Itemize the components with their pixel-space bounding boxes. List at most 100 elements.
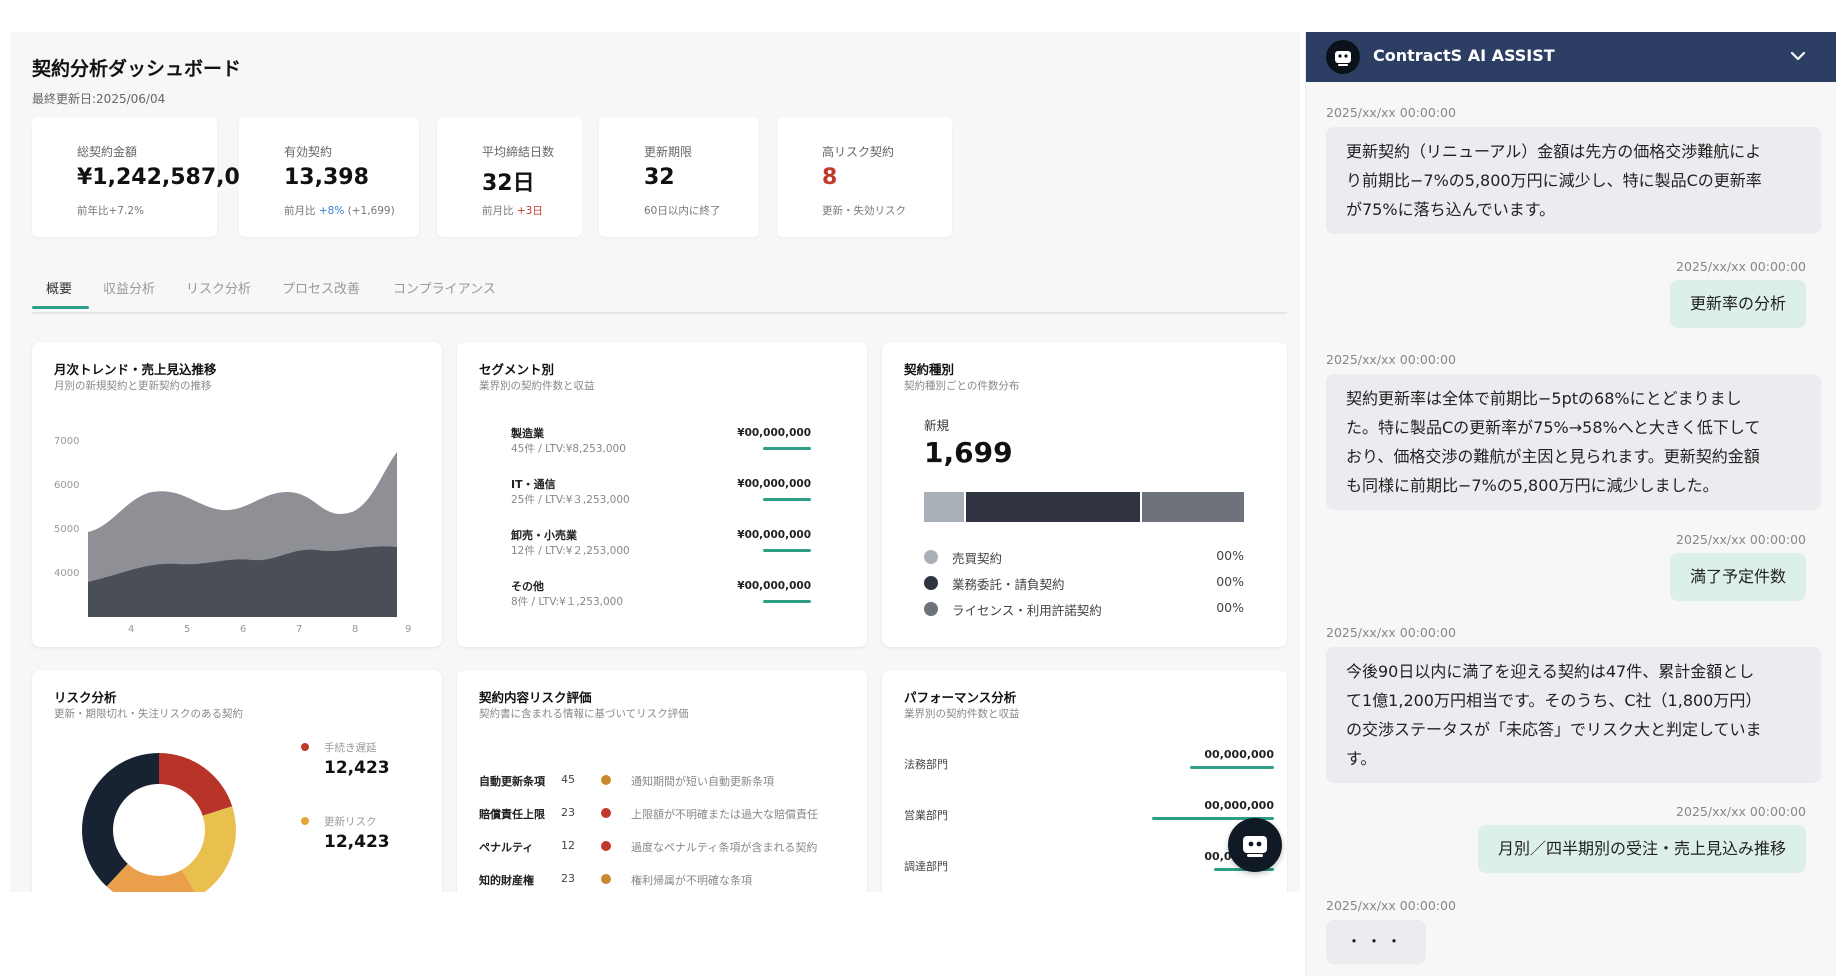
risk-row[interactable]: ペナルティ 12 過度なペナルティ条項が含まれる契約	[479, 839, 867, 857]
segment-name: IT・通信	[511, 478, 556, 491]
trend-area-chart: 7000 6000 5000 4000 4 5 6 7 8 9	[54, 436, 411, 635]
segment-row[interactable]: IT・通信 25件 / LTV:¥３,253,000 ¥00,000,000	[511, 476, 811, 512]
risk-row-name: ペナルティ	[479, 841, 534, 854]
message-line: て1億1,200万円相当です。そのうち、C社（1,800万円）	[1346, 691, 1762, 710]
message-line: り前期比−7%の5,800万円に減少し、特に製品Cの更新率	[1346, 171, 1762, 190]
kpi-sub-prefix: 前月比	[284, 205, 319, 217]
tab-process[interactable]: プロセス改善	[282, 278, 360, 297]
kpi-label: 高リスク契約	[822, 145, 895, 159]
card-content-risk: 契約内容リスク評価 契約書に含まれる情報に基づいてリスク評価 自動更新条項 45…	[457, 670, 867, 892]
chevron-down-icon[interactable]	[1786, 44, 1810, 68]
typing-indicator: ・・・	[1326, 920, 1427, 964]
performance-value: 00,000,000	[1204, 799, 1274, 812]
message-line: た。特に製品Cの更新率が75%→58%へと大きく低下して	[1346, 418, 1761, 437]
legend-pct: 00%	[1216, 548, 1244, 563]
risk-row-text: 過度なペナルティ条項が含まれる契約	[631, 841, 818, 854]
performance-name: 法務部門	[904, 758, 948, 771]
segment-bar	[763, 447, 811, 450]
performance-row[interactable]: 営業部門 00,000,000	[904, 799, 1274, 829]
segment-bar	[763, 498, 811, 501]
risk-row-dot	[601, 808, 611, 818]
card-title: パフォーマンス分析	[904, 690, 1017, 705]
risk-row-dot	[601, 775, 611, 785]
donut-segment	[182, 806, 236, 892]
message-timestamp: 2025/xx/xx 00:00:00	[1326, 898, 1456, 913]
ai-message: 契約更新率は全体で前期比−5ptの68%にとどまりまし た。特に製品Cの更新率が…	[1326, 374, 1821, 510]
ai-message: 今後90日以内に満了を迎える契約は47件、累計金額とし て1億1,200万円相当…	[1326, 647, 1821, 783]
legend-row: 売買契約 00%	[924, 547, 1244, 567]
risk-row[interactable]: 自動更新条項 45 通知期間が短い自動更新条項	[479, 773, 867, 791]
card-title: セグメント別	[479, 362, 555, 377]
card-title: 契約種別	[904, 362, 955, 377]
segment-amount: ¥00,000,000	[737, 529, 811, 541]
last-updated: 最終更新日:2025/06/04	[32, 92, 166, 106]
user-message: 月別／四半期別の受注・売上見込み推移	[1477, 825, 1806, 873]
risk-row-name: 自動更新条項	[479, 775, 545, 788]
risk-row-dot	[601, 841, 611, 851]
kpi-value: 32日	[482, 171, 535, 196]
kpi-value: 8	[822, 165, 838, 190]
page-title: 契約分析ダッシュボード	[32, 58, 242, 80]
kpi-card-renewal-due[interactable]: 更新期限 32 60日以内に終了	[599, 117, 759, 237]
segment-row[interactable]: 製造業 45件 / LTV:¥8,253,000 ¥00,000,000	[511, 425, 811, 461]
card-subtitle: 業界別の契約件数と収益	[479, 380, 595, 392]
segment-detail: 12件 / LTV:¥２,253,000	[511, 545, 630, 557]
tab-compliance[interactable]: コンプライアンス	[393, 278, 496, 297]
x-tick: 7	[296, 624, 302, 635]
segment-detail: 45件 / LTV:¥8,253,000	[511, 443, 626, 455]
risk-row-count: 23	[561, 872, 575, 885]
segment-detail: 25件 / LTV:¥３,253,000	[511, 494, 630, 506]
segment-row[interactable]: 卸売・小売業 12件 / LTV:¥２,253,000 ¥00,000,000	[511, 527, 811, 563]
segment-detail: 8件 / LTV:¥１,253,000	[511, 596, 624, 608]
card-contract-types: 契約種別 契約種別ごとの件数分布 新規 1,699 売買契約 00% 業務委託・…	[882, 342, 1287, 647]
performance-name: 調達部門	[904, 860, 948, 873]
message-line: の交渉ステータスが「未応答」でリスク大と判定していま	[1346, 720, 1762, 739]
kpi-card-high-risk[interactable]: 高リスク契約 8 更新・失効リスク	[777, 117, 952, 237]
segment-amount: ¥00,000,000	[737, 427, 811, 439]
tab-active-indicator	[32, 306, 89, 309]
kpi-card-active-contracts[interactable]: 有効契約 13,398 前月比 +8% (+1,699)	[239, 117, 419, 237]
legend-label: 売買契約	[952, 551, 1003, 566]
risk-row[interactable]: 賠償責任上限 23 上限額が不明確または過大な賠償責任	[479, 806, 867, 824]
donut-segment	[159, 753, 233, 816]
tab-overview[interactable]: 概要	[46, 278, 72, 297]
kpi-card-avg-days[interactable]: 平均締結日数 32日 前月比 +3日	[437, 117, 582, 237]
message-line: おり、価格交渉の難航が主因と見られます。更新契約金額	[1346, 447, 1760, 466]
segment-row[interactable]: その他 8件 / LTV:¥１,253,000 ¥00,000,000	[511, 578, 811, 614]
type-stacked-bar	[924, 492, 1244, 522]
y-tick: 7000	[54, 436, 79, 447]
legend-dot	[924, 550, 938, 564]
kpi-card-total-amount[interactable]: 総契約金額 ¥1,242,587,000 前年比+7.2%	[32, 117, 270, 237]
kpi-sub: 前年比+7.2%	[77, 205, 144, 217]
risk-row-dot	[601, 874, 611, 884]
risk-row[interactable]: 知的財産権 23 権利帰属が不明確な条項	[479, 872, 867, 890]
card-subtitle: 業界別の契約件数と収益	[904, 708, 1020, 720]
performance-row[interactable]: 調達部門 00,000,000	[904, 850, 1274, 880]
legend-label: 業務委託・請負契約	[952, 577, 1065, 592]
tab-revenue[interactable]: 収益分析	[103, 278, 155, 297]
robot-icon	[1335, 51, 1351, 66]
card-performance: パフォーマンス分析 業界別の契約件数と収益 法務部門 00,000,000 営業…	[882, 670, 1287, 892]
message-timestamp: 2025/xx/xx 00:00:00	[1676, 804, 1806, 819]
kpi-value: 32	[644, 165, 675, 190]
kpi-sub: 更新・失効リスク	[822, 205, 906, 217]
kpi-sub: 前月比 +8% (+1,699)	[284, 203, 395, 218]
segment-name: その他	[511, 580, 544, 593]
x-tick: 9	[405, 624, 411, 635]
legend-label: ライセンス・利用許諾契約	[952, 603, 1102, 618]
kpi-label: 有効契約	[284, 145, 333, 159]
x-tick: 8	[352, 624, 358, 635]
card-title: 契約内容リスク評価	[479, 690, 592, 705]
message-timestamp: 2025/xx/xx 00:00:00	[1326, 625, 1456, 640]
performance-row[interactable]: 法務部門 00,000,000	[904, 748, 1274, 778]
type-bar-segment	[966, 492, 1140, 522]
segment-amount: ¥00,000,000	[737, 580, 811, 592]
tab-risk[interactable]: リスク分析	[186, 278, 251, 297]
y-tick: 4000	[54, 568, 79, 579]
kpi-label: 平均締結日数	[482, 145, 555, 159]
card-subtitle: 更新・期限切れ・失注リスクのある契約	[54, 708, 243, 720]
chatbot-launcher-button[interactable]	[1228, 818, 1282, 872]
kpi-label: 更新期限	[644, 145, 693, 159]
panel-header[interactable]: ContractS AI ASSIST	[1306, 32, 1836, 82]
segment-bar	[763, 600, 811, 603]
